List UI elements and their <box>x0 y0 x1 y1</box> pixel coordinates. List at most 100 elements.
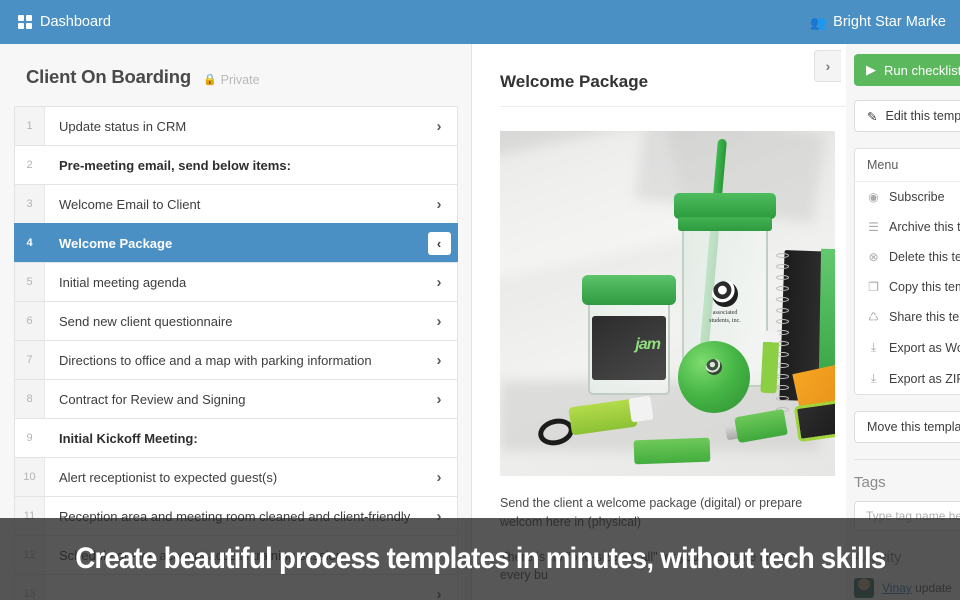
checklist-row-number: 7 <box>15 341 45 379</box>
checklist-row-number: 5 <box>15 263 45 301</box>
checklist-row[interactable]: 7 Directions to office and a map with par… <box>14 340 458 379</box>
run-checklist-button[interactable]: ▶ Run checklist <box>854 54 960 86</box>
chevron-right-icon[interactable]: › <box>421 185 457 223</box>
menu-item-label: Copy this tem <box>889 280 960 294</box>
download-icon: ⤓ <box>870 340 877 354</box>
checklist-row-label: Directions to office and a map with park… <box>59 352 372 368</box>
chevron-right-icon[interactable]: › <box>421 263 457 301</box>
nav-dashboard-label: Dashboard <box>40 14 111 30</box>
edit-template-button[interactable]: ✎ Edit this temp <box>854 100 960 132</box>
chevron-right-icon[interactable]: › <box>421 341 457 379</box>
checklist-row-label: Welcome Package <box>59 235 173 251</box>
menu-title: Menu <box>855 149 960 182</box>
menu-item-label: Share this ten <box>889 310 960 324</box>
menu-item-label: Export as Wo <box>889 340 960 355</box>
copy-icon: ❐ <box>868 280 879 294</box>
chevron-right-icon[interactable] <box>421 146 457 184</box>
welcome-kit-image: associated students, inc. jam <box>500 131 835 476</box>
move-template-label: Move this templa <box>867 420 960 434</box>
download-icon: ⤓ <box>870 371 877 385</box>
menu-item-label: Archive this te <box>889 220 960 234</box>
nav-dashboard-link[interactable]: Dashboard <box>18 14 111 30</box>
chevron-left-icon: ‹ <box>427 231 451 255</box>
page-title: Client On Boarding <box>26 66 191 87</box>
stress-ball-shape <box>678 341 750 413</box>
checklist-row-label: Initial meeting agenda <box>59 274 187 290</box>
menu-item-label: Delete this ter <box>889 250 960 264</box>
checklist-row[interactable]: 3 Welcome Email to Client › <box>14 184 458 223</box>
checklist-header: Client On Boarding 🔒 Private <box>0 44 471 104</box>
pencil-icon: ✎ <box>867 109 878 124</box>
delete-circle-icon: ⊗ <box>868 250 879 264</box>
promo-headline: Create beautiful process templates in mi… <box>74 542 886 575</box>
panel-collapse-toggle[interactable]: › <box>814 50 841 82</box>
archive-icon: ☰ <box>868 220 879 234</box>
checklist-row-label: Send new client questionnaire <box>59 313 233 329</box>
task-detail-inner: Welcome Package associated students, inc. <box>472 44 846 585</box>
checklist-panel: Client On Boarding 🔒 Private 1 Update sta… <box>0 44 472 600</box>
share-icon: ♺ <box>868 310 879 324</box>
checklist-row-label: Welcome Email to Client <box>59 196 201 212</box>
nav-organization-link[interactable]: 👥 Bright Star Marke <box>810 14 946 30</box>
checklist-row-number: 9 <box>15 419 45 457</box>
menu-item-label: Export as ZIP <box>889 371 960 386</box>
checklist-row[interactable]: 6 Send new client questionnaire › <box>14 301 458 340</box>
menu-item-list: ◉ Subscribe ☰ Archive this te ⊗ Delete this t… <box>855 182 960 394</box>
checklist-row[interactable]: 1 Update status in CRM › <box>14 106 458 145</box>
menu-item[interactable]: ♺ Share this ten <box>855 302 960 332</box>
privacy-badge: 🔒 Private <box>203 73 260 87</box>
app-root: Dashboard 👥 Bright Star Marke Client On … <box>0 0 960 600</box>
chevron-right-icon[interactable]: › <box>421 302 457 340</box>
checklist-row[interactable]: 5 Initial meeting agenda › <box>14 262 458 301</box>
usb-drive-shape <box>633 437 711 465</box>
checklist-row-number: 10 <box>15 458 45 496</box>
checklist-row[interactable]: 8 Contract for Review and Signing › <box>14 379 458 418</box>
jar-logo: associated students, inc. <box>696 281 754 325</box>
menu-item-label: Subscribe <box>889 190 945 204</box>
checklist-row-label: Update status in CRM <box>59 118 187 134</box>
menu-item[interactable]: ◉ Subscribe <box>855 182 960 212</box>
checklist-row[interactable]: 9 Initial Kickoff Meeting: <box>14 418 458 457</box>
menu-item[interactable]: ⤓ Export as ZIP <box>855 363 960 394</box>
checklist-row-number: 3 <box>15 185 45 223</box>
nav-organization-label: Bright Star Marke <box>833 14 946 30</box>
privacy-label: Private <box>220 72 260 87</box>
sunglasses-shape <box>793 399 835 443</box>
menu-item[interactable]: ⊗ Delete this ter <box>855 242 960 272</box>
checklist-row-label: Pre-meeting email, send below items: <box>59 157 291 173</box>
menu-card: Menu ◉ Subscribe ☰ Archive this te ⊗ Delete t… <box>854 148 960 395</box>
promo-overlay-banner: Create beautiful process templates in mi… <box>0 518 960 600</box>
template-sidebar: ▶ Run checklist ✎ Edit this temp Menu ◉ S… <box>846 44 960 600</box>
chevron-right-icon[interactable]: › <box>421 458 457 496</box>
collapse-row-button[interactable]: ‹ <box>421 224 457 262</box>
checklist-row-label: Alert receptionist to expected guest(s) <box>59 469 278 485</box>
run-checklist-label: Run checklist <box>884 62 960 78</box>
top-navigation-bar: Dashboard 👥 Bright Star Marke <box>0 0 960 44</box>
chevron-right-icon[interactable]: › <box>421 107 457 145</box>
chevron-right-icon[interactable] <box>421 419 457 457</box>
edit-template-label: Edit this temp <box>885 109 960 123</box>
body-area: Client On Boarding 🔒 Private 1 Update sta… <box>0 44 960 600</box>
tags-heading: Tags <box>854 474 886 491</box>
task-detail-panel: › Welcome Package associated students, in… <box>472 44 846 600</box>
move-template-button[interactable]: Move this templa <box>854 411 960 443</box>
play-icon: ▶ <box>866 62 876 77</box>
menu-item[interactable]: ☰ Archive this te <box>855 212 960 242</box>
title-divider <box>500 106 846 107</box>
menu-item[interactable]: ❐ Copy this tem <box>855 272 960 302</box>
sidebar-divider <box>854 459 960 460</box>
lip-balm-shape <box>760 330 780 394</box>
checklist-row-number: 2 <box>15 146 45 184</box>
checklist-row[interactable]: 2 Pre-meeting email, send below items: <box>14 145 458 184</box>
lock-icon: 🔒 <box>202 74 217 86</box>
task-title: Welcome Package <box>500 72 649 91</box>
menu-item[interactable]: ⤓ Export as Wo <box>855 332 960 363</box>
checklist-row[interactable]: 10 Alert receptionist to expected guest(s… <box>14 457 458 496</box>
eye-icon: ◉ <box>868 190 879 204</box>
checklist-row-number: 1 <box>15 107 45 145</box>
checklist-row[interactable]: 4 Welcome Package ‹ <box>14 223 458 262</box>
checklist-row-number: 6 <box>15 302 45 340</box>
checklist-row-number: 4 <box>15 224 45 262</box>
chevron-right-icon[interactable]: › <box>421 380 457 418</box>
checklist-row-label: Initial Kickoff Meeting: <box>59 430 198 446</box>
